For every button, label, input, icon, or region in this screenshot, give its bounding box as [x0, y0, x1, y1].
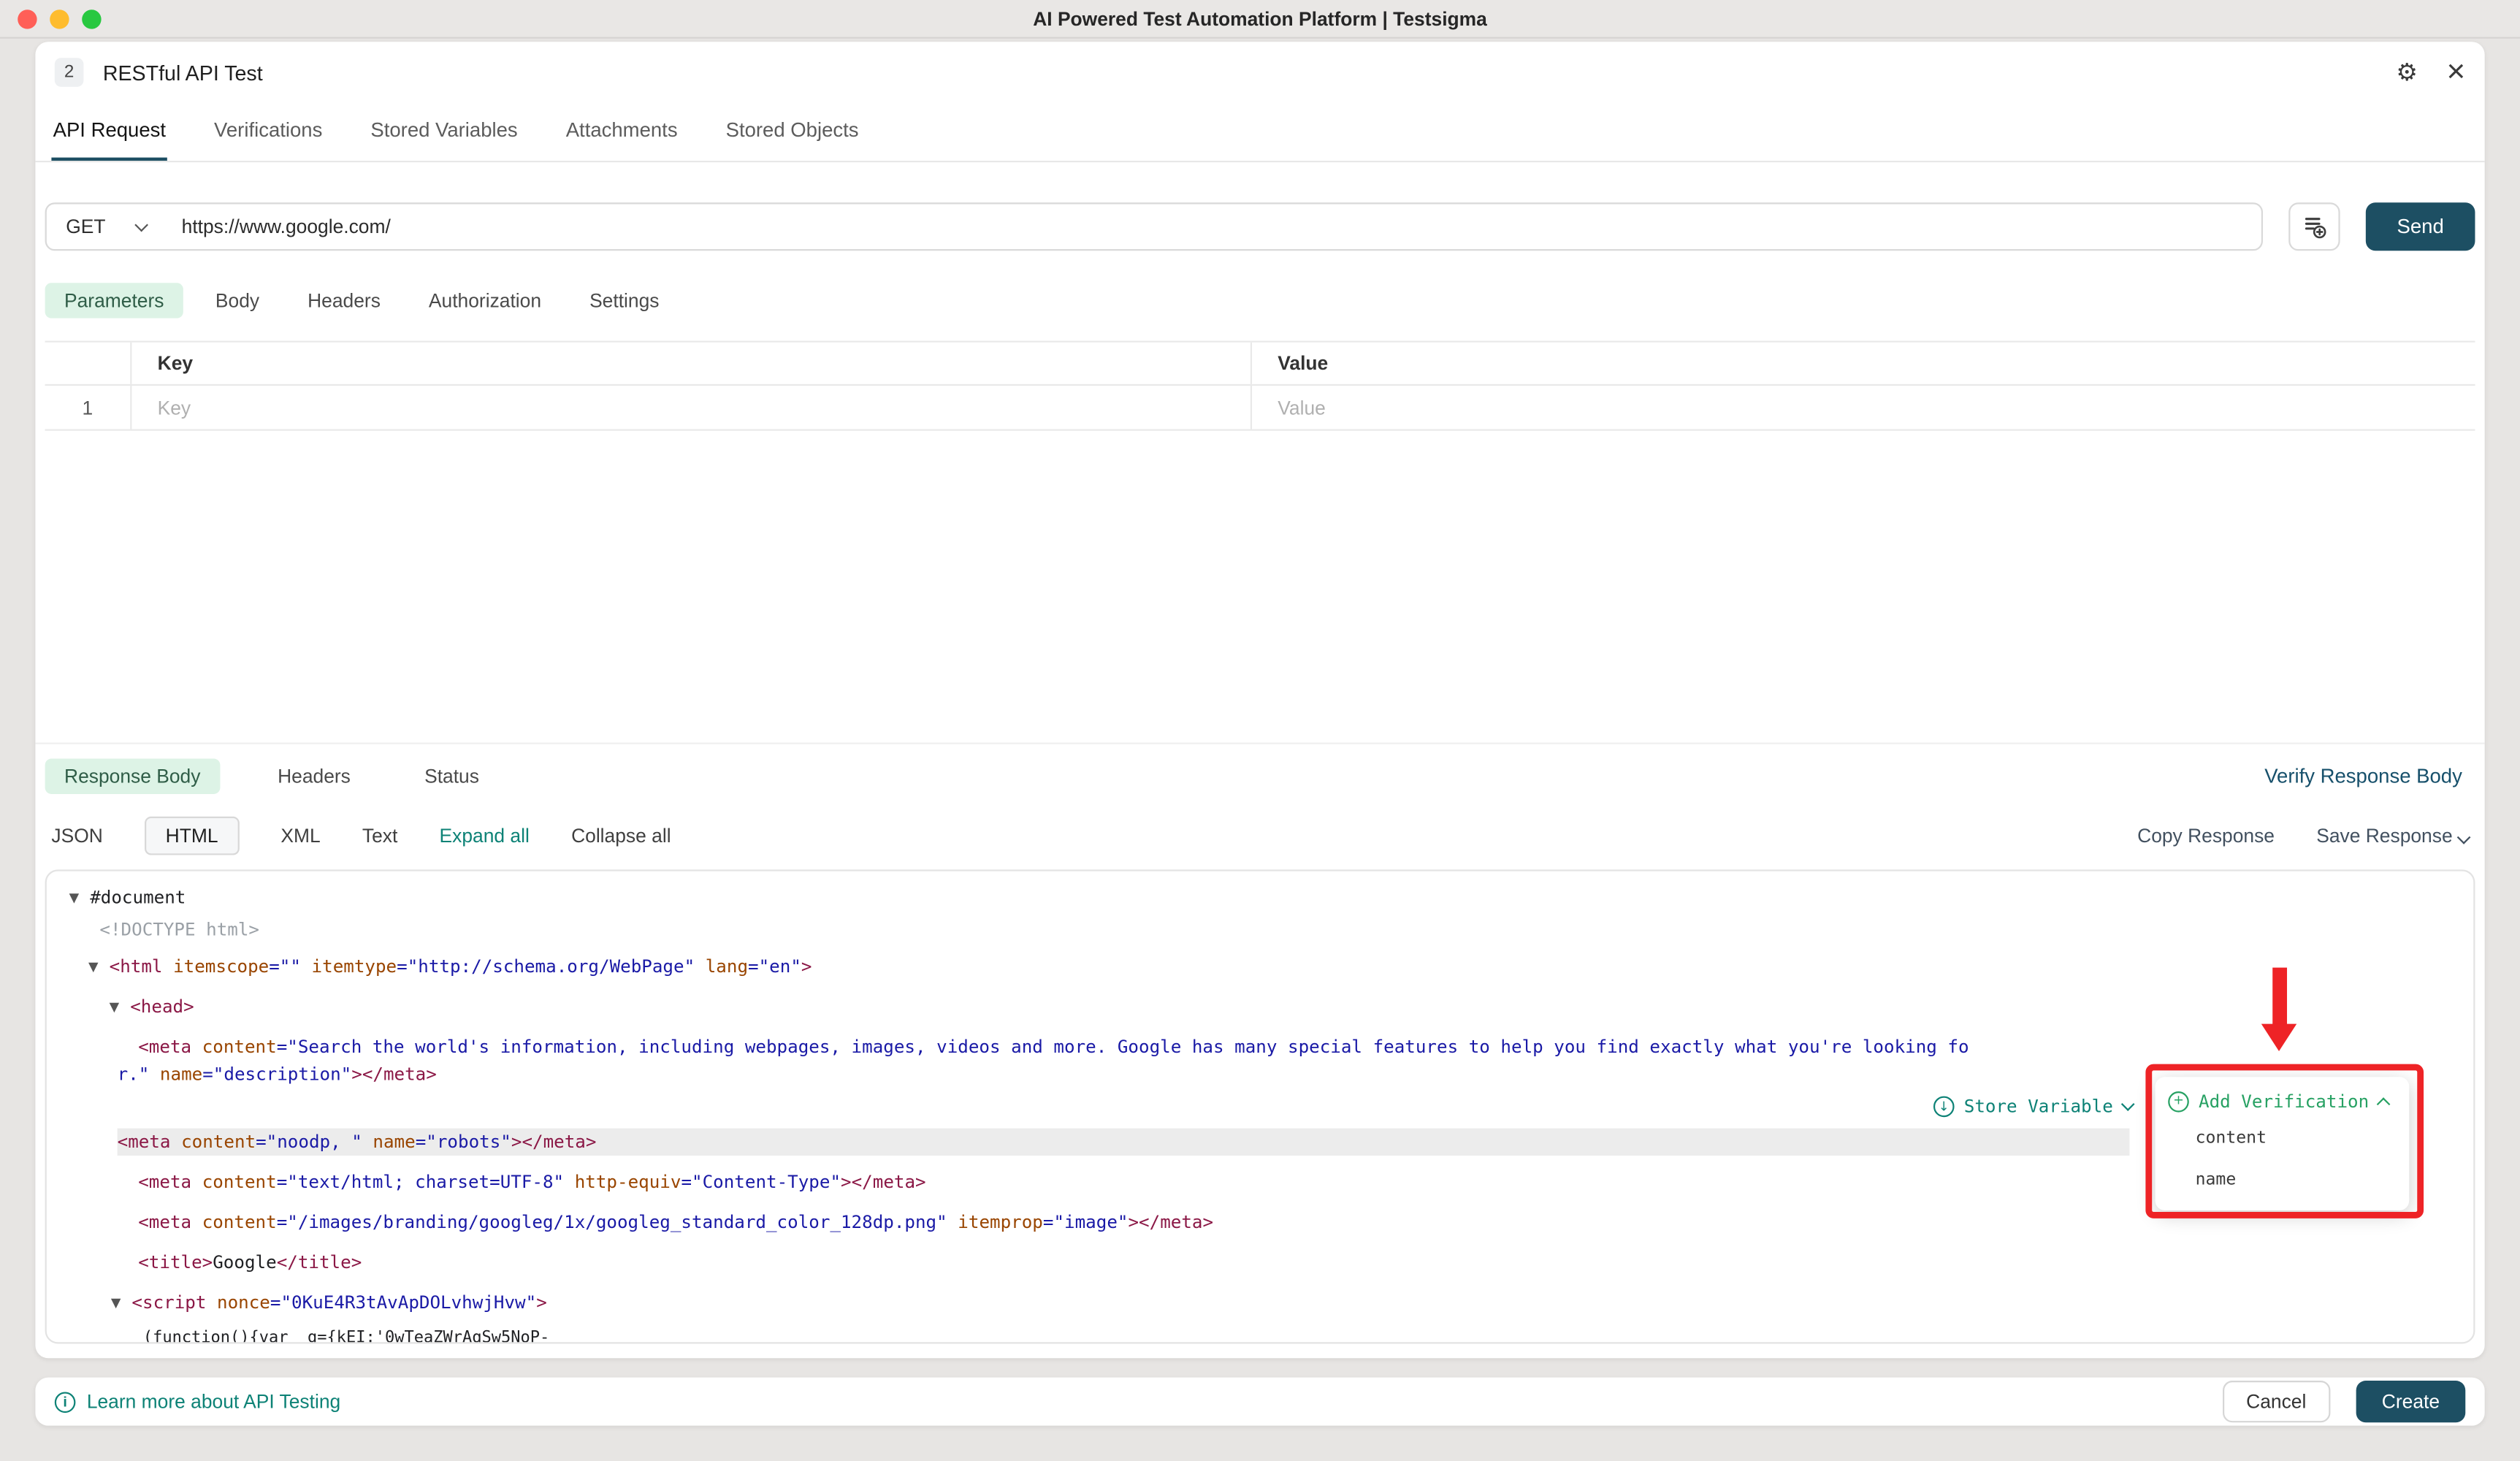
add-verification-dropdown: + Add Verification content name: [2156, 1077, 2410, 1210]
test-data-icon-button[interactable]: [2288, 202, 2340, 251]
tab-verifications[interactable]: Verifications: [213, 103, 324, 161]
expand-arrow-icon[interactable]: ▼: [88, 953, 110, 980]
tab-stored-variables[interactable]: Stored Variables: [369, 103, 519, 161]
code-line[interactable]: ▼#document: [69, 884, 1974, 911]
api-test-modal: 2 RESTful API Test ⚙ × API Request Verif…: [35, 42, 2484, 1358]
table-header-row: Key Value: [45, 340, 2475, 386]
format-json[interactable]: JSON: [51, 824, 102, 847]
zoom-window-button[interactable]: [82, 9, 101, 28]
settings-icon[interactable]: ⚙: [2396, 61, 2418, 85]
store-variable-label: Store Variable: [1964, 1096, 2113, 1118]
request-sub-tabs: Parameters Body Headers Authorization Se…: [45, 283, 2475, 318]
footer-bar: i Learn more about API Testing Cancel Cr…: [35, 1378, 2484, 1426]
chevron-up-icon: [2377, 1096, 2391, 1110]
table-row: 1: [45, 386, 2475, 431]
chevron-down-icon: [2120, 1097, 2134, 1111]
window-title: AI Powered Test Automation Platform | Te…: [1033, 7, 1487, 30]
menu-item-name[interactable]: name: [2168, 1159, 2396, 1200]
cancel-button[interactable]: Cancel: [2222, 1381, 2330, 1422]
highlighted-code-row[interactable]: <meta content="noodp, " name="robots"></…: [118, 1129, 2130, 1156]
empty-area: [35, 431, 2484, 743]
value-column-header: Value: [1252, 343, 2475, 384]
plus-circle-icon: +: [2168, 1091, 2189, 1112]
response-section: Response Body Headers Status Verify Resp…: [35, 743, 2484, 1344]
app-window: AI Powered Test Automation Platform | Te…: [0, 0, 2520, 1461]
save-response-label: Save Response: [2316, 824, 2452, 847]
copy-response-link[interactable]: Copy Response: [2137, 824, 2275, 847]
expand-all-link[interactable]: Expand all: [440, 824, 530, 847]
method-value: GET: [66, 215, 105, 238]
test-title: RESTful API Test: [103, 61, 263, 85]
subtab-settings[interactable]: Settings: [573, 283, 675, 318]
format-xml[interactable]: XML: [280, 824, 320, 847]
code-line[interactable]: <title>Google</title>: [69, 1249, 1974, 1276]
expand-arrow-icon[interactable]: ▼: [110, 993, 131, 1021]
row-number-header: [45, 343, 132, 384]
format-html[interactable]: HTML: [145, 816, 239, 855]
tab-api-request[interactable]: API Request: [51, 103, 167, 161]
save-response-dropdown[interactable]: Save Response: [2316, 824, 2468, 847]
key-column-header: Key: [131, 343, 1252, 384]
modal-tabs: API Request Verifications Stored Variabl…: [35, 103, 2484, 162]
tab-response-body[interactable]: Response Body: [45, 758, 220, 793]
store-download-icon: ↓: [1933, 1096, 1955, 1118]
learn-more-link[interactable]: i Learn more about API Testing: [55, 1390, 340, 1413]
subtab-parameters[interactable]: Parameters: [45, 283, 183, 318]
minimize-window-button[interactable]: [50, 9, 69, 28]
collapse-all-link[interactable]: Collapse all: [571, 824, 671, 847]
list-plus-icon: [2302, 214, 2327, 240]
add-verification-label: Add Verification: [2199, 1091, 2369, 1112]
store-variable-button[interactable]: ↓ Store Variable: [1933, 1096, 2132, 1118]
tab-response-status[interactable]: Status: [408, 758, 495, 793]
format-text[interactable]: Text: [362, 824, 397, 847]
format-toolbar: JSON HTML XML Text Expand all Collapse a…: [51, 815, 2468, 855]
code-line[interactable]: <!DOCTYPE html>: [69, 916, 1974, 943]
chevron-down-icon: [134, 218, 148, 232]
request-bar: GET Send: [45, 202, 2475, 251]
step-number-badge: 2: [55, 58, 84, 87]
subtab-authorization[interactable]: Authorization: [413, 283, 557, 318]
tab-response-headers[interactable]: Headers: [261, 758, 367, 793]
tab-attachments[interactable]: Attachments: [565, 103, 679, 161]
chevron-down-icon: [2457, 830, 2471, 844]
add-verification-button[interactable]: + Add Verification: [2168, 1085, 2396, 1117]
info-icon: i: [55, 1391, 76, 1412]
url-box: GET: [45, 202, 2263, 251]
url-input[interactable]: [166, 215, 2261, 238]
method-dropdown[interactable]: GET: [47, 215, 166, 238]
parameters-table: Key Value 1: [45, 340, 2475, 430]
code-line[interactable]: <meta content="text/html; charset=UTF-8"…: [69, 1169, 1974, 1196]
code-line[interactable]: ▼<head>: [69, 993, 1974, 1021]
create-button[interactable]: Create: [2356, 1381, 2466, 1422]
close-icon[interactable]: ×: [2447, 56, 2466, 88]
learn-more-label: Learn more about API Testing: [87, 1390, 340, 1413]
expand-arrow-icon[interactable]: ▼: [111, 1289, 132, 1316]
close-window-button[interactable]: [18, 9, 37, 28]
value-input[interactable]: [1278, 396, 2415, 419]
row-number: 1: [45, 386, 132, 429]
subtab-body[interactable]: Body: [199, 283, 275, 318]
tab-stored-objects[interactable]: Stored Objects: [724, 103, 860, 161]
verify-response-body-link[interactable]: Verify Response Body: [2264, 764, 2475, 787]
menu-item-content[interactable]: content: [2168, 1117, 2396, 1159]
code-line[interactable]: <meta content="Search the world's inform…: [69, 1034, 1974, 1088]
code-line[interactable]: <meta content="noodp, " name="robots"></…: [69, 1101, 1974, 1156]
key-input[interactable]: [158, 396, 1196, 419]
modal-header: 2 RESTful API Test ⚙ ×: [35, 42, 2484, 103]
subtab-headers[interactable]: Headers: [291, 283, 397, 318]
titlebar: AI Powered Test Automation Platform | Te…: [0, 0, 2520, 39]
expand-arrow-icon[interactable]: ▼: [69, 884, 91, 911]
code-line[interactable]: ▼<script nonce="0KuE4R3tAvApDOLvhwjHvw">: [69, 1289, 1974, 1316]
send-button[interactable]: Send: [2366, 202, 2475, 251]
code-line[interactable]: (function(){var _g={kEI:'0wTeaZWrAqSw5No…: [69, 1330, 2451, 1344]
code-line[interactable]: <meta content="/images/branding/googleg/…: [69, 1209, 1974, 1236]
response-tabs: Response Body Headers Status Verify Resp…: [45, 757, 2475, 794]
traffic-lights: [18, 9, 101, 28]
code-line[interactable]: ▼<html itemscope="" itemtype="http://sch…: [69, 953, 1974, 980]
